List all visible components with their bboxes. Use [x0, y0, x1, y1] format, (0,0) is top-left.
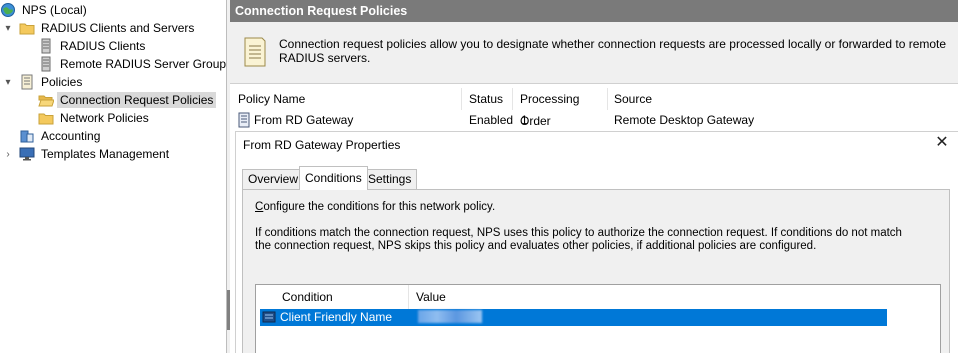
- conditions-description: If conditions match the connection reque…: [255, 227, 902, 252]
- column-header-condition[interactable]: Condition: [276, 285, 409, 309]
- column-header-status[interactable]: Status: [463, 88, 513, 110]
- conditions-panel: Configure the conditions for this networ…: [242, 189, 950, 353]
- tree-label: RADIUS Clients and Servers: [41, 21, 195, 35]
- tree-label: Network Policies: [60, 111, 149, 125]
- tree-item-templates-management[interactable]: Templates Management: [19, 145, 172, 163]
- redacted-value: [418, 310, 482, 323]
- tree-item-radius-clients[interactable]: RADIUS Clients: [38, 37, 148, 55]
- dialog-title: From RD Gateway Properties: [243, 138, 401, 152]
- folder-icon: [38, 110, 54, 126]
- cell-processing-order: 1: [521, 113, 528, 127]
- accounting-icon: [19, 128, 35, 144]
- conditions-table[interactable]: Condition Value Client Friendly Name: [255, 284, 941, 353]
- server-icon: [38, 56, 54, 72]
- cell-status: Enabled: [469, 113, 514, 127]
- tree-item-policies[interactable]: Policies: [19, 73, 85, 91]
- folder-icon: [19, 20, 35, 36]
- pane-title: Connection Request Policies: [230, 0, 958, 22]
- tab-overview[interactable]: Overview: [242, 169, 305, 189]
- cell-policy-name: From RD Gateway: [254, 113, 354, 127]
- info-banner: Connection request policies allow you to…: [230, 22, 958, 84]
- column-header-value[interactable]: Value: [410, 285, 610, 309]
- chevron-right-icon[interactable]: ›: [2, 145, 14, 163]
- server-icon: [38, 38, 54, 54]
- table-row[interactable]: Client Friendly Name: [260, 309, 887, 326]
- tree-label: Policies: [41, 75, 83, 89]
- cell-source: Remote Desktop Gateway: [614, 113, 755, 127]
- tree-label: Connection Request Policies: [57, 92, 217, 108]
- info-text: Connection request policies allow you to…: [279, 37, 947, 65]
- condition-icon: [262, 310, 276, 329]
- cell-condition: Client Friendly Name: [280, 310, 393, 324]
- list-header: Policy Name Status Processing Order Sour…: [230, 88, 958, 128]
- tree-item-nps-local[interactable]: NPS (Local): [0, 1, 90, 19]
- tree-item-network-policies[interactable]: Network Policies: [38, 109, 152, 127]
- column-header-policy-name[interactable]: Policy Name: [232, 88, 462, 110]
- tab-settings[interactable]: Settings: [362, 169, 418, 189]
- tree-label: Templates Management: [41, 147, 170, 161]
- close-button[interactable]: ✕: [934, 135, 950, 152]
- conditions-intro: Configure the conditions for this networ…: [255, 201, 495, 213]
- globe-icon: [0, 2, 16, 18]
- properties-dialog: From RD Gateway Properties ✕ Overview Co…: [235, 131, 958, 353]
- column-header-source[interactable]: Source: [608, 88, 788, 110]
- tree-item-radius-clients-servers[interactable]: RADIUS Clients and Servers: [19, 19, 197, 37]
- column-header-processing-order[interactable]: Processing Order: [514, 88, 608, 128]
- chevron-down-icon[interactable]: ▾: [2, 73, 14, 91]
- monitor-icon: [19, 146, 35, 162]
- intro-text: onfigure the conditions for this network…: [263, 201, 496, 213]
- document-icon: [242, 35, 268, 72]
- chevron-down-icon[interactable]: ▾: [2, 19, 14, 37]
- tree-label: Accounting: [41, 129, 101, 143]
- console-tree: NPS (Local) ▾ RADIUS Clients and Servers…: [0, 0, 232, 353]
- tree-label: Remote RADIUS Server Groups: [60, 57, 233, 71]
- tree-item-remote-radius-groups[interactable]: Remote RADIUS Server Groups: [38, 55, 235, 73]
- table-row[interactable]: From RD Gateway Enabled 1 Remote Desktop…: [230, 110, 958, 130]
- tree-item-connection-request-policies[interactable]: Connection Request Policies: [38, 91, 217, 109]
- open-folder-icon: [38, 92, 55, 108]
- tab-conditions[interactable]: Conditions: [299, 166, 368, 190]
- policy-icon: [19, 74, 35, 90]
- tree-label: RADIUS Clients: [60, 39, 146, 53]
- tree-label: NPS (Local): [22, 3, 87, 17]
- tree-item-accounting[interactable]: Accounting: [19, 127, 103, 145]
